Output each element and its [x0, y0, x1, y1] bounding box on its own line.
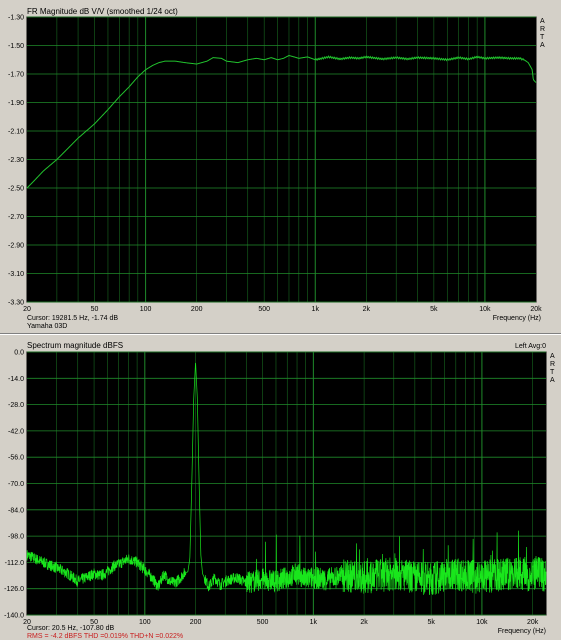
y-tick-label: -1.50: [8, 43, 24, 50]
y-tick-label: -2.90: [8, 243, 24, 250]
x-tick-label: 200: [190, 619, 202, 626]
y-tick-label: -70.0: [8, 481, 24, 488]
y-tick-label: -140.0: [4, 613, 24, 620]
x-tick-label: 500: [257, 619, 269, 626]
x-tick-label: 200: [191, 306, 203, 313]
x-tick-label: 20k: [530, 306, 542, 313]
fr-magnitude-chart: FR Magnitude dB V/V (smoothed 1/24 oct) …: [8, 7, 545, 330]
side-letter: A: [540, 18, 545, 25]
y-tick-label: -1.30: [8, 15, 24, 22]
y-tick-label: -28.0: [8, 402, 24, 409]
side-letter: T: [550, 369, 555, 376]
x-tick-label: 500: [258, 306, 270, 313]
x-tick-label: 5k: [430, 306, 438, 313]
spectrum-x-axis-label: Frequency (Hz): [498, 628, 546, 635]
spectrum-chart: Spectrum magnitude dBFS Left Avg:0 0.0 -1…: [4, 341, 555, 640]
y-tick-label: -1.90: [8, 100, 24, 107]
x-tick-label: 20k: [527, 619, 539, 626]
x-tick-label: 2k: [363, 306, 371, 313]
y-tick-label: -126.0: [4, 586, 24, 593]
x-tick-label: 20: [23, 306, 31, 313]
side-letter: R: [540, 26, 545, 33]
y-tick-label: 0.0: [14, 350, 24, 357]
x-tick-label: 5k: [427, 619, 435, 626]
x-tick-label: 50: [91, 306, 99, 313]
fr-device-label: Yamaha 03D: [27, 323, 67, 330]
y-tick-label: -2.50: [8, 186, 24, 193]
side-letter: T: [540, 34, 545, 41]
x-tick-label: 10k: [476, 619, 488, 626]
y-tick-label: -2.30: [8, 157, 24, 164]
x-tick-label: 1k: [310, 619, 318, 626]
spectrum-channel-avg: Left Avg:0: [515, 343, 546, 350]
y-tick-label: -1.70: [8, 72, 24, 79]
y-tick-label: -3.30: [8, 300, 24, 307]
fr-title: FR Magnitude dB V/V (smoothed 1/24 oct): [27, 7, 178, 16]
y-tick-label: -112.0: [5, 560, 24, 567]
fr-x-axis-label: Frequency (Hz): [493, 315, 541, 322]
y-tick-label: -42.0: [8, 428, 24, 435]
y-tick-label: -2.70: [8, 214, 24, 221]
spectrum-stats-readout: RMS = -4.2 dBFS THD =0.019% THD+N =0.022…: [27, 633, 183, 640]
y-tick-label: -2.10: [8, 129, 24, 136]
side-letter: A: [550, 353, 555, 360]
side-letter: R: [550, 361, 555, 368]
y-tick-label: -3.10: [8, 271, 24, 278]
y-tick-label: -84.0: [8, 507, 24, 514]
y-tick-label: -98.0: [8, 534, 24, 541]
x-tick-label: 100: [139, 619, 151, 626]
arta-window: FR Magnitude dB V/V (smoothed 1/24 oct) …: [0, 0, 561, 640]
y-tick-label: -14.0: [8, 376, 24, 383]
spectrum-title: Spectrum magnitude dBFS: [27, 341, 123, 350]
x-tick-label: 100: [140, 306, 152, 313]
x-tick-label: 1k: [312, 306, 320, 313]
fr-cursor-readout: Cursor: 19281.5 Hz, -1.74 dB: [27, 315, 118, 322]
y-tick-label: -56.0: [8, 455, 24, 462]
x-tick-label: 10k: [479, 306, 491, 313]
side-letter: A: [550, 377, 555, 384]
side-letter: A: [540, 42, 545, 49]
spectrum-cursor-readout: Cursor: 20.5 Hz, -107.80 dB: [27, 625, 114, 632]
x-tick-label: 2k: [360, 619, 368, 626]
